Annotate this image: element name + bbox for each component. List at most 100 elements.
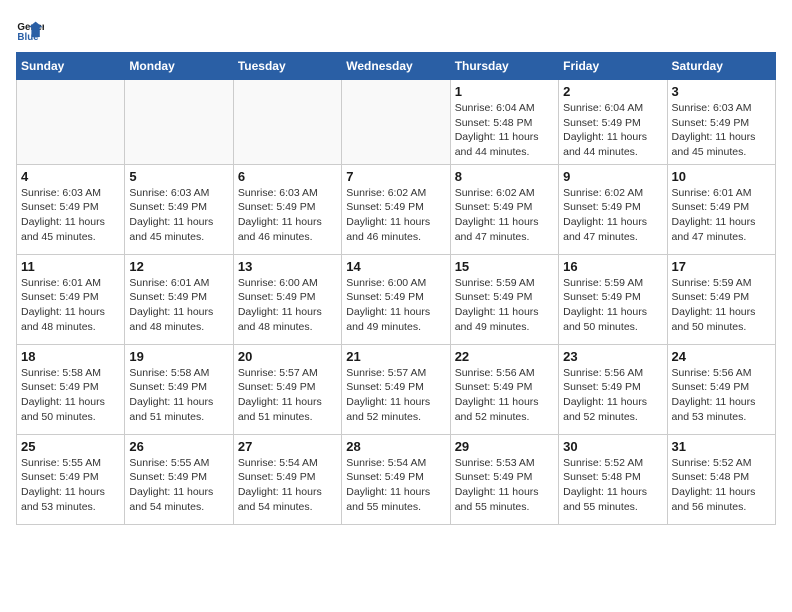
- calendar-table: SundayMondayTuesdayWednesdayThursdayFrid…: [16, 52, 776, 525]
- calendar-cell: 27 Sunrise: 5:54 AM Sunset: 5:49 PM Dayli…: [233, 434, 341, 524]
- logo-icon: General Blue: [16, 16, 44, 44]
- day-detail: Sunrise: 6:04 AM Sunset: 5:49 PM Dayligh…: [563, 101, 662, 160]
- day-detail: Sunrise: 5:57 AM Sunset: 5:49 PM Dayligh…: [238, 366, 337, 425]
- calendar-cell: 14 Sunrise: 6:00 AM Sunset: 5:49 PM Dayli…: [342, 254, 450, 344]
- calendar-cell: 12 Sunrise: 6:01 AM Sunset: 5:49 PM Dayli…: [125, 254, 233, 344]
- calendar-cell: 19 Sunrise: 5:58 AM Sunset: 5:49 PM Dayli…: [125, 344, 233, 434]
- day-detail: Sunrise: 5:59 AM Sunset: 5:49 PM Dayligh…: [672, 276, 771, 335]
- day-header-saturday: Saturday: [667, 53, 775, 80]
- calendar-week-1: 1 Sunrise: 6:04 AM Sunset: 5:48 PM Daylig…: [17, 80, 776, 165]
- day-detail: Sunrise: 5:53 AM Sunset: 5:49 PM Dayligh…: [455, 456, 554, 515]
- calendar-cell: 13 Sunrise: 6:00 AM Sunset: 5:49 PM Dayli…: [233, 254, 341, 344]
- calendar-cell: 16 Sunrise: 5:59 AM Sunset: 5:49 PM Dayli…: [559, 254, 667, 344]
- day-detail: Sunrise: 5:54 AM Sunset: 5:49 PM Dayligh…: [346, 456, 445, 515]
- day-number: 11: [21, 259, 120, 274]
- day-header-monday: Monday: [125, 53, 233, 80]
- calendar-cell: 22 Sunrise: 5:56 AM Sunset: 5:49 PM Dayli…: [450, 344, 558, 434]
- calendar-cell: [342, 80, 450, 165]
- calendar-cell: 24Sunrise: 5:56 AM Sunset: 5:49 PM Dayli…: [667, 344, 775, 434]
- day-detail: Sunrise: 5:59 AM Sunset: 5:49 PM Dayligh…: [455, 276, 554, 335]
- calendar-cell: 15 Sunrise: 5:59 AM Sunset: 5:49 PM Dayli…: [450, 254, 558, 344]
- calendar-cell: 10Sunrise: 6:01 AM Sunset: 5:49 PM Dayli…: [667, 164, 775, 254]
- calendar-cell: 26Sunrise: 5:55 AM Sunset: 5:49 PM Dayli…: [125, 434, 233, 524]
- day-header-friday: Friday: [559, 53, 667, 80]
- day-number: 19: [129, 349, 228, 364]
- day-header-tuesday: Tuesday: [233, 53, 341, 80]
- day-detail: Sunrise: 6:03 AM Sunset: 5:49 PM Dayligh…: [238, 186, 337, 245]
- day-number: 26: [129, 439, 228, 454]
- day-number: 13: [238, 259, 337, 274]
- day-header-thursday: Thursday: [450, 53, 558, 80]
- calendar-cell: 7 Sunrise: 6:02 AM Sunset: 5:49 PM Daylig…: [342, 164, 450, 254]
- day-detail: Sunrise: 6:02 AM Sunset: 5:49 PM Dayligh…: [455, 186, 554, 245]
- day-number: 15: [455, 259, 554, 274]
- day-number: 29: [455, 439, 554, 454]
- logo: General Blue: [16, 16, 48, 44]
- calendar-cell: 4Sunrise: 6:03 AM Sunset: 5:49 PM Daylig…: [17, 164, 125, 254]
- day-number: 25: [21, 439, 120, 454]
- calendar-cell: 29 Sunrise: 5:53 AM Sunset: 5:49 PM Dayli…: [450, 434, 558, 524]
- calendar-cell: 8 Sunrise: 6:02 AM Sunset: 5:49 PM Daylig…: [450, 164, 558, 254]
- day-detail: Sunrise: 5:56 AM Sunset: 5:49 PM Dayligh…: [455, 366, 554, 425]
- day-number: 20: [238, 349, 337, 364]
- day-number: 22: [455, 349, 554, 364]
- day-number: 14: [346, 259, 445, 274]
- calendar-cell: 1 Sunrise: 6:04 AM Sunset: 5:48 PM Daylig…: [450, 80, 558, 165]
- calendar-week-4: 18 Sunrise: 5:58 AM Sunset: 5:49 PM Dayli…: [17, 344, 776, 434]
- day-detail: Sunrise: 5:56 AM Sunset: 5:49 PM Dayligh…: [672, 366, 771, 425]
- day-number: 28: [346, 439, 445, 454]
- calendar-cell: 5 Sunrise: 6:03 AM Sunset: 5:49 PM Daylig…: [125, 164, 233, 254]
- page-header: General Blue: [16, 16, 776, 44]
- day-detail: Sunrise: 5:54 AM Sunset: 5:49 PM Dayligh…: [238, 456, 337, 515]
- day-detail: Sunrise: 6:03 AM Sunset: 5:49 PM Dayligh…: [129, 186, 228, 245]
- day-number: 6: [238, 169, 337, 184]
- calendar-cell: 25Sunrise: 5:55 AM Sunset: 5:49 PM Dayli…: [17, 434, 125, 524]
- calendar-week-2: 4Sunrise: 6:03 AM Sunset: 5:49 PM Daylig…: [17, 164, 776, 254]
- day-detail: Sunrise: 6:01 AM Sunset: 5:49 PM Dayligh…: [21, 276, 120, 335]
- calendar-cell: 3 Sunrise: 6:03 AM Sunset: 5:49 PM Daylig…: [667, 80, 775, 165]
- day-detail: Sunrise: 6:03 AM Sunset: 5:49 PM Dayligh…: [21, 186, 120, 245]
- day-number: 5: [129, 169, 228, 184]
- day-number: 12: [129, 259, 228, 274]
- calendar-cell: 30 Sunrise: 5:52 AM Sunset: 5:48 PM Dayli…: [559, 434, 667, 524]
- day-number: 7: [346, 169, 445, 184]
- calendar-cell: [125, 80, 233, 165]
- calendar-cell: 17 Sunrise: 5:59 AM Sunset: 5:49 PM Dayli…: [667, 254, 775, 344]
- calendar-cell: [17, 80, 125, 165]
- day-number: 30: [563, 439, 662, 454]
- calendar-cell: 2 Sunrise: 6:04 AM Sunset: 5:49 PM Daylig…: [559, 80, 667, 165]
- calendar-cell: 28 Sunrise: 5:54 AM Sunset: 5:49 PM Dayli…: [342, 434, 450, 524]
- day-detail: Sunrise: 5:52 AM Sunset: 5:48 PM Dayligh…: [563, 456, 662, 515]
- calendar-cell: 6 Sunrise: 6:03 AM Sunset: 5:49 PM Daylig…: [233, 164, 341, 254]
- calendar-cell: 20 Sunrise: 5:57 AM Sunset: 5:49 PM Dayli…: [233, 344, 341, 434]
- day-number: 17: [672, 259, 771, 274]
- day-number: 3: [672, 84, 771, 99]
- day-detail: Sunrise: 5:58 AM Sunset: 5:49 PM Dayligh…: [129, 366, 228, 425]
- day-header-wednesday: Wednesday: [342, 53, 450, 80]
- calendar-cell: 21Sunrise: 5:57 AM Sunset: 5:49 PM Dayli…: [342, 344, 450, 434]
- calendar-week-5: 25Sunrise: 5:55 AM Sunset: 5:49 PM Dayli…: [17, 434, 776, 524]
- calendar-cell: [233, 80, 341, 165]
- day-number: 16: [563, 259, 662, 274]
- day-number: 8: [455, 169, 554, 184]
- day-number: 27: [238, 439, 337, 454]
- calendar-cell: 31 Sunrise: 5:52 AM Sunset: 5:48 PM Dayli…: [667, 434, 775, 524]
- day-number: 2: [563, 84, 662, 99]
- calendar-cell: 18Sunrise: 5:58 AM Sunset: 5:49 PM Dayli…: [17, 344, 125, 434]
- day-detail: Sunrise: 5:59 AM Sunset: 5:49 PM Dayligh…: [563, 276, 662, 335]
- day-detail: Sunrise: 6:01 AM Sunset: 5:49 PM Dayligh…: [129, 276, 228, 335]
- day-detail: Sunrise: 6:00 AM Sunset: 5:49 PM Dayligh…: [346, 276, 445, 335]
- day-detail: Sunrise: 5:56 AM Sunset: 5:49 PM Dayligh…: [563, 366, 662, 425]
- calendar-cell: 11 Sunrise: 6:01 AM Sunset: 5:49 PM Dayli…: [17, 254, 125, 344]
- day-number: 1: [455, 84, 554, 99]
- day-number: 9: [563, 169, 662, 184]
- day-number: 31: [672, 439, 771, 454]
- day-detail: Sunrise: 6:00 AM Sunset: 5:49 PM Dayligh…: [238, 276, 337, 335]
- day-detail: Sunrise: 6:01 AM Sunset: 5:49 PM Dayligh…: [672, 186, 771, 245]
- day-detail: Sunrise: 5:52 AM Sunset: 5:48 PM Dayligh…: [672, 456, 771, 515]
- day-number: 18: [21, 349, 120, 364]
- calendar-cell: 23Sunrise: 5:56 AM Sunset: 5:49 PM Dayli…: [559, 344, 667, 434]
- day-detail: Sunrise: 6:02 AM Sunset: 5:49 PM Dayligh…: [346, 186, 445, 245]
- day-detail: Sunrise: 6:04 AM Sunset: 5:48 PM Dayligh…: [455, 101, 554, 160]
- day-detail: Sunrise: 6:03 AM Sunset: 5:49 PM Dayligh…: [672, 101, 771, 160]
